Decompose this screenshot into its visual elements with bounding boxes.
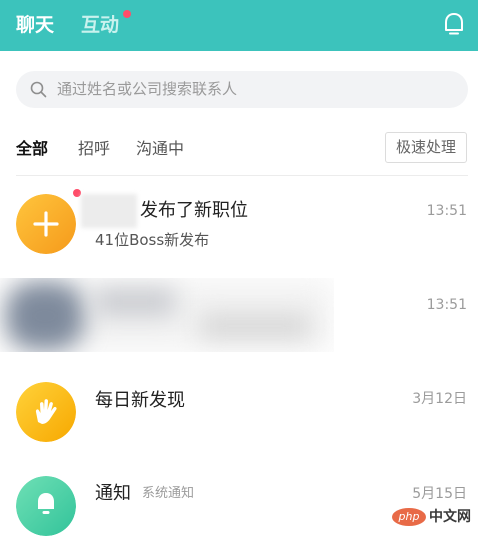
list-item-daily-discovery[interactable]	[0, 362, 478, 454]
filter-tab-all[interactable]: 全部	[16, 138, 48, 160]
list-item-new-jobs[interactable]	[0, 176, 478, 270]
search-icon	[30, 81, 47, 98]
item-title: 发布了新职位	[140, 200, 248, 221]
bell-icon[interactable]	[442, 12, 466, 38]
tab-interaction[interactable]: 互动	[81, 12, 119, 38]
search-placeholder: 通过姓名或公司搜索联系人	[57, 80, 238, 98]
item-time: 3月12日	[412, 391, 467, 407]
watermark-logo: php 中文网	[392, 506, 478, 529]
item-subtitle: 41位Boss新发布	[95, 231, 210, 249]
plus-icon	[16, 194, 76, 254]
filter-tab-greeting[interactable]: 招呼	[78, 138, 110, 160]
blurred-content	[0, 278, 334, 352]
item-time: 13:51	[426, 297, 467, 313]
item-time: 5月15日	[412, 486, 467, 502]
quick-process-button[interactable]: 极速处理	[385, 132, 467, 163]
hand-icon	[16, 382, 76, 442]
unread-dot	[73, 189, 81, 197]
bell-icon	[16, 476, 76, 536]
item-title: 每日新发现	[95, 390, 185, 411]
php-logo: php	[392, 508, 426, 526]
item-tag: 系统通知	[142, 486, 195, 501]
top-header: 聊天 互动	[0, 0, 478, 51]
filter-bar: 全部 招呼 沟通中 极速处理	[0, 132, 478, 176]
item-title: 通知	[95, 483, 131, 504]
search-bar[interactable]: 通过姓名或公司搜索联系人	[16, 71, 468, 108]
tab-chat[interactable]: 聊天	[16, 12, 54, 38]
watermark-text: 中文网	[429, 509, 471, 525]
unread-dot	[123, 10, 131, 18]
list-item-chat[interactable]	[0, 270, 478, 362]
blurred-name	[81, 194, 137, 228]
item-time: 13:51	[426, 203, 467, 219]
filter-tab-communicating[interactable]: 沟通中	[136, 138, 184, 160]
